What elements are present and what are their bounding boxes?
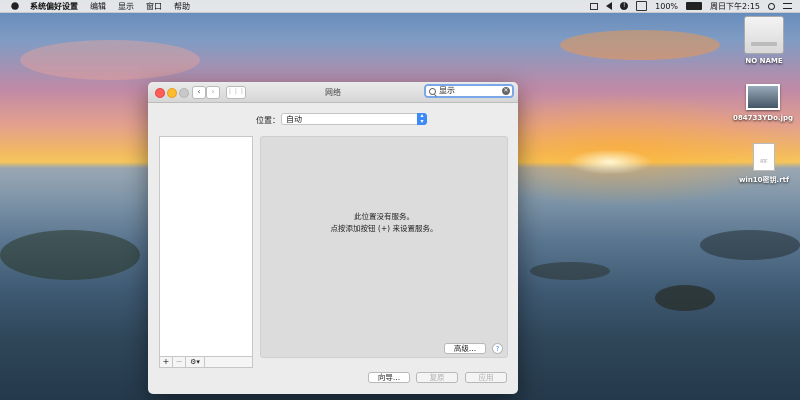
service-detail-panel: 此位置没有服务。 点按添加按钮 (+) 来设置服务。 高级... ?	[260, 136, 508, 358]
menu-clock[interactable]: 周日下午2:15	[710, 1, 760, 12]
location-label: 位置：	[256, 116, 280, 125]
desktop-icon-jpg[interactable]: 084733YDo.jpg	[730, 84, 796, 122]
chevron-updown-icon: ▴ ▾	[417, 113, 427, 125]
service-list[interactable]	[159, 136, 253, 357]
screen-mirroring-icon[interactable]	[590, 2, 599, 10]
wallpaper-cloud	[560, 30, 720, 60]
document-icon: RTF	[753, 143, 775, 171]
battery-icon[interactable]	[686, 2, 703, 10]
remove-service-button[interactable]: −	[173, 357, 186, 367]
wallpaper-cloud	[20, 40, 200, 80]
apple-icon[interactable]	[11, 2, 19, 10]
advanced-button[interactable]: 高级...	[444, 343, 486, 354]
service-toolbar: + − ⚙▾	[159, 357, 253, 368]
revert-button[interactable]: 复原	[416, 372, 458, 383]
wallpaper-rock	[700, 230, 800, 260]
jpg-label: 084733YDo.jpg	[733, 114, 793, 122]
menu-bar: 系统偏好设置 编辑 显示 窗口 帮助 ! 100% 周日下午2:15	[0, 0, 800, 13]
spotlight-icon[interactable]	[768, 2, 775, 10]
menu-view[interactable]: 显示	[118, 1, 134, 12]
notification-icon[interactable]: !	[620, 2, 629, 10]
doc-type-badge: RTF	[760, 159, 768, 164]
menu-app-name[interactable]: 系统偏好设置	[30, 1, 78, 12]
input-method-icon[interactable]	[636, 1, 648, 11]
drive-label: NO NAME	[745, 57, 783, 65]
volume-icon[interactable]	[606, 2, 613, 10]
wallpaper-rock	[0, 230, 140, 280]
location-select[interactable]: 自动 ▴ ▾	[281, 113, 427, 125]
empty-message-line2: 点按添加按钮 (+) 来设置服务。	[330, 224, 438, 233]
empty-message-line1: 此位置没有服务。	[354, 212, 414, 221]
apply-button[interactable]: 应用	[465, 372, 507, 383]
menu-window[interactable]: 窗口	[146, 1, 162, 12]
search-icon	[429, 88, 436, 95]
help-button[interactable]: ?	[492, 343, 503, 354]
battery-percentage: 100%	[655, 1, 679, 11]
add-service-button[interactable]: +	[160, 357, 173, 367]
desktop-icon-drive[interactable]: NO NAME	[740, 16, 788, 65]
network-preferences-window: ‹ › ⋮⋮⋮ 网络 显示 ✕ 位置： 自动 ▴ ▾ + − ⚙▾ 此位置没有服务…	[148, 82, 518, 394]
title-bar[interactable]: ‹ › ⋮⋮⋮ 网络 显示 ✕	[148, 82, 518, 103]
wallpaper-rock	[530, 262, 610, 280]
image-thumbnail-icon	[746, 84, 780, 110]
search-input[interactable]: 显示 ✕	[424, 84, 514, 98]
wallpaper-rock	[655, 285, 715, 311]
gear-menu-button[interactable]: ⚙▾	[186, 357, 205, 367]
clear-search-icon[interactable]: ✕	[502, 87, 510, 95]
notification-center-icon[interactable]	[783, 3, 792, 9]
desktop-icon-rtf[interactable]: RTF win10密钥.rtf	[734, 143, 794, 185]
rtf-label: win10密钥.rtf	[738, 176, 790, 184]
menu-edit[interactable]: 编辑	[90, 1, 106, 12]
search-value: 显示	[439, 86, 455, 95]
drive-icon	[744, 16, 784, 54]
assistant-button[interactable]: 向导...	[368, 372, 410, 383]
location-value: 自动	[286, 115, 302, 124]
menu-help[interactable]: 帮助	[174, 1, 190, 12]
